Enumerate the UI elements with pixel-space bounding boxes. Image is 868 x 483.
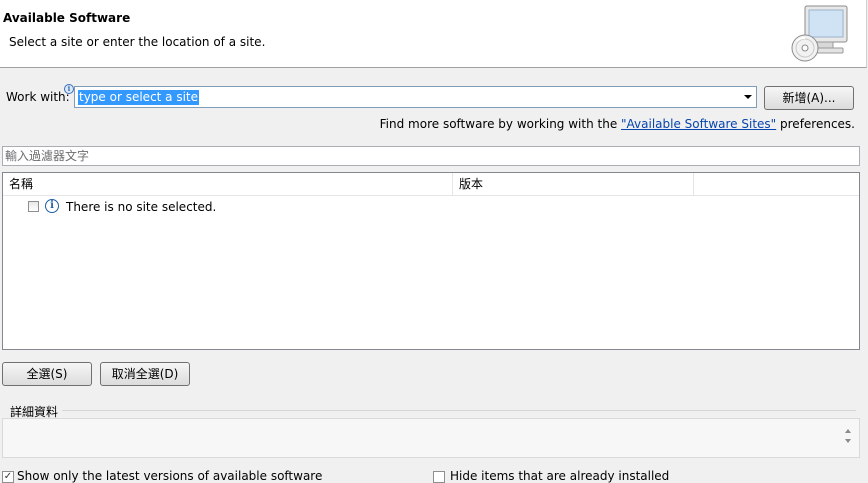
find-more-prefix: Find more software by working with the <box>379 117 622 131</box>
info-icon: i <box>45 199 59 213</box>
deselect-all-button[interactable]: 取消全選(D) <box>100 362 190 386</box>
table-header: 名稱 版本 <box>3 173 859 196</box>
details-divider <box>62 410 856 411</box>
show-latest-label: Show only the latest versions of availab… <box>17 469 323 483</box>
page-description: Select a site or enter the location of a… <box>9 35 266 49</box>
find-more-text: Find more software by working with the "… <box>380 117 855 131</box>
details-text-area[interactable] <box>2 418 860 458</box>
available-software-sites-link[interactable]: "Available Software Sites" <box>621 117 776 131</box>
select-all-button[interactable]: 全選(S) <box>2 362 92 386</box>
title-banner: Available Software Select a site or ente… <box>0 0 867 68</box>
show-latest-checkbox[interactable]: ✓ <box>2 471 14 483</box>
find-more-suffix: preferences. <box>776 117 855 131</box>
table-row[interactable]: i There is no site selected. <box>3 197 859 217</box>
work-with-input[interactable]: type or select a site <box>78 90 200 105</box>
hide-installed-label: Hide items that are already installed <box>450 469 670 483</box>
monitor-cd-icon <box>791 5 848 62</box>
page-title: Available Software <box>3 11 131 25</box>
scroll-down-icon[interactable] <box>845 439 851 443</box>
scroll-up-icon[interactable] <box>845 429 851 433</box>
hide-installed-checkbox[interactable] <box>433 471 445 483</box>
work-with-label: Work with: <box>6 90 70 104</box>
column-version-header[interactable]: 版本 <box>453 173 694 195</box>
row-label: There is no site selected. <box>66 200 217 214</box>
add-site-button[interactable]: 新增(A)... <box>764 86 854 110</box>
details-scrollbar[interactable] <box>845 429 853 445</box>
chevron-down-icon[interactable] <box>744 95 752 99</box>
column-name-header[interactable]: 名稱 <box>3 173 453 195</box>
work-with-combo[interactable]: type or select a site <box>74 86 757 108</box>
software-table: 名稱 版本 i There is no site selected. <box>2 172 860 350</box>
filter-input[interactable]: 輸入過濾器文字 <box>2 146 860 166</box>
row-checkbox[interactable] <box>28 201 39 212</box>
info-icon: i <box>64 84 74 94</box>
